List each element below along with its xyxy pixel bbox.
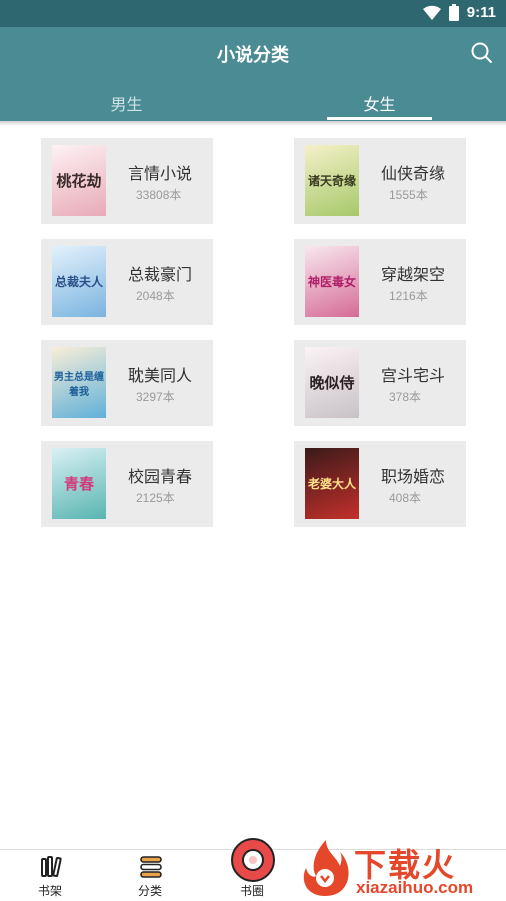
status-time: 9:11 [466,4,496,21]
book-cover-image: 老婆大人 [305,448,359,519]
bookshelf-icon [41,856,62,878]
book-cover-image: 桃花劫 [52,145,106,216]
watermark-url: xiazaihuo.com [356,878,474,897]
book-cover-image: 神医毒女 [305,246,359,317]
category-name: 耽美同人 [128,366,193,385]
book-cover-image: 男主总是缠着我 [52,347,106,418]
battery-icon [448,4,459,21]
cover-title: 青春 [63,475,94,493]
category-count: 1216本 [389,289,428,303]
wifi-icon [422,5,441,20]
category-card[interactable]: 青春 校园青春 2125本 [41,441,213,527]
category-count: 2048本 [136,289,175,303]
category-name: 言情小说 [128,164,193,183]
cover-title: 桃花劫 [56,172,102,190]
category-name: 校园青春 [128,467,193,486]
status-bar: 9:11 [0,0,506,27]
category-name: 穿越架空 [381,265,446,284]
category-card[interactable]: 晚似侍 宫斗宅斗 378本 [294,340,466,426]
category-name: 仙侠奇缘 [381,164,446,183]
category-count: 378本 [389,390,422,404]
app-bar: 小说分类 男生 女生 [0,27,506,121]
book-cover-image: 总裁夫人 [52,246,106,317]
category-count: 1555本 [389,188,428,202]
book-cover-image: 青春 [52,448,106,519]
category-count: 2125本 [136,491,175,505]
cover-title: 神医毒女 [307,275,356,289]
status-icons: 9:11 [422,4,496,21]
cover-title: 诸天奇缘 [307,174,356,188]
nav-item-book-circle[interactable]: 书圈 [202,838,302,901]
category-name: 职场婚恋 [381,467,446,486]
nav-label-category: 分类 [137,884,162,898]
flame-logo-icon [303,840,349,896]
category-icon [140,856,162,878]
category-count: 33808本 [136,188,182,202]
category-card[interactable]: 总裁夫人 总裁豪门 2048本 [41,239,213,325]
cover-title: 老婆大人 [307,477,356,491]
nav-label-bookshelf: 书架 [37,884,62,898]
category-card[interactable]: 老婆大人 职场婚恋 408本 [294,441,466,527]
category-name: 总裁豪门 [128,265,193,284]
cover-title: 总裁夫人 [54,275,103,289]
nav-label-book-circle: 书圈 [239,884,264,898]
tab-female-label: 女生 [363,95,396,114]
tab-male[interactable]: 男生 [0,83,253,121]
tab-female[interactable]: 女生 [253,83,506,121]
cover-title: 男主总是缠着我 [54,371,104,398]
category-card[interactable]: 神医毒女 穿越架空 1216本 [294,239,466,325]
cover-title: 晚似侍 [309,374,355,392]
book-cover-image: 诸天奇缘 [305,145,359,216]
tab-indicator [327,117,432,120]
search-button[interactable] [470,41,494,65]
watermark-logo: 下载火 xiazaihuo.com [296,834,506,900]
book-cover-image: 晚似侍 [305,347,359,418]
category-count: 408本 [389,491,422,505]
nav-item-category[interactable]: 分类 [100,850,200,901]
page-title: 小说分类 [217,45,289,66]
tab-male-label: 男生 [110,95,143,114]
nav-item-bookshelf[interactable]: 书架 [0,850,100,901]
category-card[interactable]: 桃花劫 言情小说 33808本 [41,138,213,224]
gender-tabs: 男生 女生 [0,83,506,121]
app-bar-shadow [0,121,506,126]
category-count: 3297本 [136,390,175,404]
search-icon [471,42,492,63]
category-name: 宫斗宅斗 [381,366,446,385]
category-card[interactable]: 男主总是缠着我 耽美同人 3297本 [41,340,213,426]
category-card[interactable]: 诸天奇缘 仙侠奇缘 1555本 [294,138,466,224]
book-circle-icon [231,838,275,882]
